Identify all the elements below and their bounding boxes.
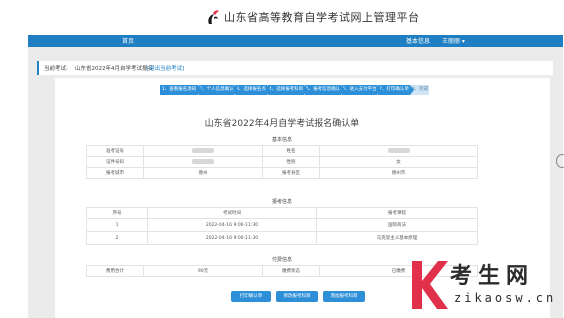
current-exam-bar: 当前考试: 山东省2022年4月自学考试报名 [退出当前考试]: [37, 61, 553, 75]
cell-value: [143, 156, 263, 168]
watermark: 考生网 zikaosw.cn: [408, 257, 564, 315]
redacted-value: [387, 148, 410, 153]
modify-subjects-button[interactable]: 修改报考科目: [276, 291, 318, 302]
exit-exam-link[interactable]: [退出当前考试]: [147, 64, 184, 72]
table-header-row: 序号 考试时间 报考课程: [86, 207, 478, 219]
cell-value: [319, 145, 478, 157]
watermark-en-text: zikaosw.cn: [454, 291, 557, 305]
cell-time: 2022-04-16 9:00-11:30: [147, 218, 317, 232]
table-row: 报考城市 德州 报考县区 德州市: [86, 167, 478, 179]
redacted-value: [192, 148, 214, 153]
table-row: 证件号码 性别 女: [86, 156, 478, 168]
cell-label: 姓名: [262, 145, 320, 157]
cell-course: 国际商法: [316, 218, 478, 232]
column-header: 序号: [86, 207, 148, 219]
cell-label: 性别: [262, 156, 320, 168]
basic-info-heading: 基本信息: [271, 137, 292, 143]
cell-label: 准考证号: [86, 145, 144, 157]
cell-label: 报考县区: [262, 167, 320, 179]
cell-value: 90元: [143, 265, 263, 277]
cell-value: [143, 145, 263, 157]
step-1: 1、查看报名须知: [160, 85, 202, 95]
add-subjects-button[interactable]: 增加报考科目: [323, 291, 365, 302]
print-confirmation-button[interactable]: 打印确认单: [231, 291, 271, 302]
logo-icon: [208, 10, 219, 24]
cell-time: 2022-04-16 9:00-11:30: [147, 231, 317, 245]
basic-info-table: 准考证号 姓名 证件号码 性别 女 报考城市 德州 报考县区 德州市: [86, 145, 478, 179]
site-header: 山东省高等教育自学考试网上管理平台: [0, 0, 564, 34]
step-2: 2、个人信息确认: [199, 85, 238, 95]
cell-no: 2: [86, 231, 148, 245]
step-6: 6、进入支付平台: [342, 85, 381, 95]
nav-info-link[interactable]: 基本信息: [406, 36, 430, 45]
step-5: 5、报考信息确认: [305, 85, 345, 95]
current-exam-label: 当前考试:: [44, 66, 68, 72]
cell-value: 德州: [143, 167, 263, 179]
subject-table: 序号 考试时间 报考课程 1 2022-04-16 9:00-11:30 国际商…: [86, 207, 478, 245]
site-title: 山东省高等教育自学考试网上管理平台: [224, 11, 420, 24]
current-exam-name: 山东省2022年4月自学考试报名: [75, 66, 153, 72]
cell-label: 证件号码: [86, 156, 144, 168]
cell-label: 费用合计: [86, 265, 144, 277]
step-4: 4、选择报考科目: [268, 85, 308, 95]
watermark-cn-text: 考生网: [450, 264, 535, 289]
column-header: 报考课程: [316, 207, 478, 219]
top-nav: 首页 基本信息 王丽丽 ▾: [28, 35, 563, 47]
form-title: 山东省2022年4月自学考试报名确认单: [204, 119, 360, 129]
watermark-k-logo-icon: [412, 261, 448, 309]
subject-info-heading: 报考信息: [271, 199, 292, 205]
table-row: 2 2022-04-16 9:00-11:30 马克思主义基本原理: [86, 231, 478, 245]
cell-course: 马克思主义基本原理: [316, 231, 478, 245]
cell-value: 女: [319, 156, 478, 168]
column-header: 考试时间: [147, 207, 317, 219]
cell-label: 缴费状态: [262, 265, 320, 277]
cell-no: 1: [86, 218, 148, 232]
table-row: 准考证号 姓名: [86, 145, 478, 157]
step-3: 3、选择报名点: [235, 85, 271, 95]
table-row: 1 2022-04-16 9:00-11:30 国际商法: [86, 218, 478, 232]
cell-value: 德州市: [319, 167, 478, 179]
nav-home-link[interactable]: 首页: [122, 36, 134, 45]
step-7: 7、打印确认单: [378, 85, 414, 95]
nav-user-menu[interactable]: 王丽丽 ▾: [442, 36, 465, 45]
cell-label: 报考城市: [86, 167, 144, 179]
side-scroll-icon[interactable]: [556, 154, 564, 168]
redacted-value: [192, 159, 214, 164]
